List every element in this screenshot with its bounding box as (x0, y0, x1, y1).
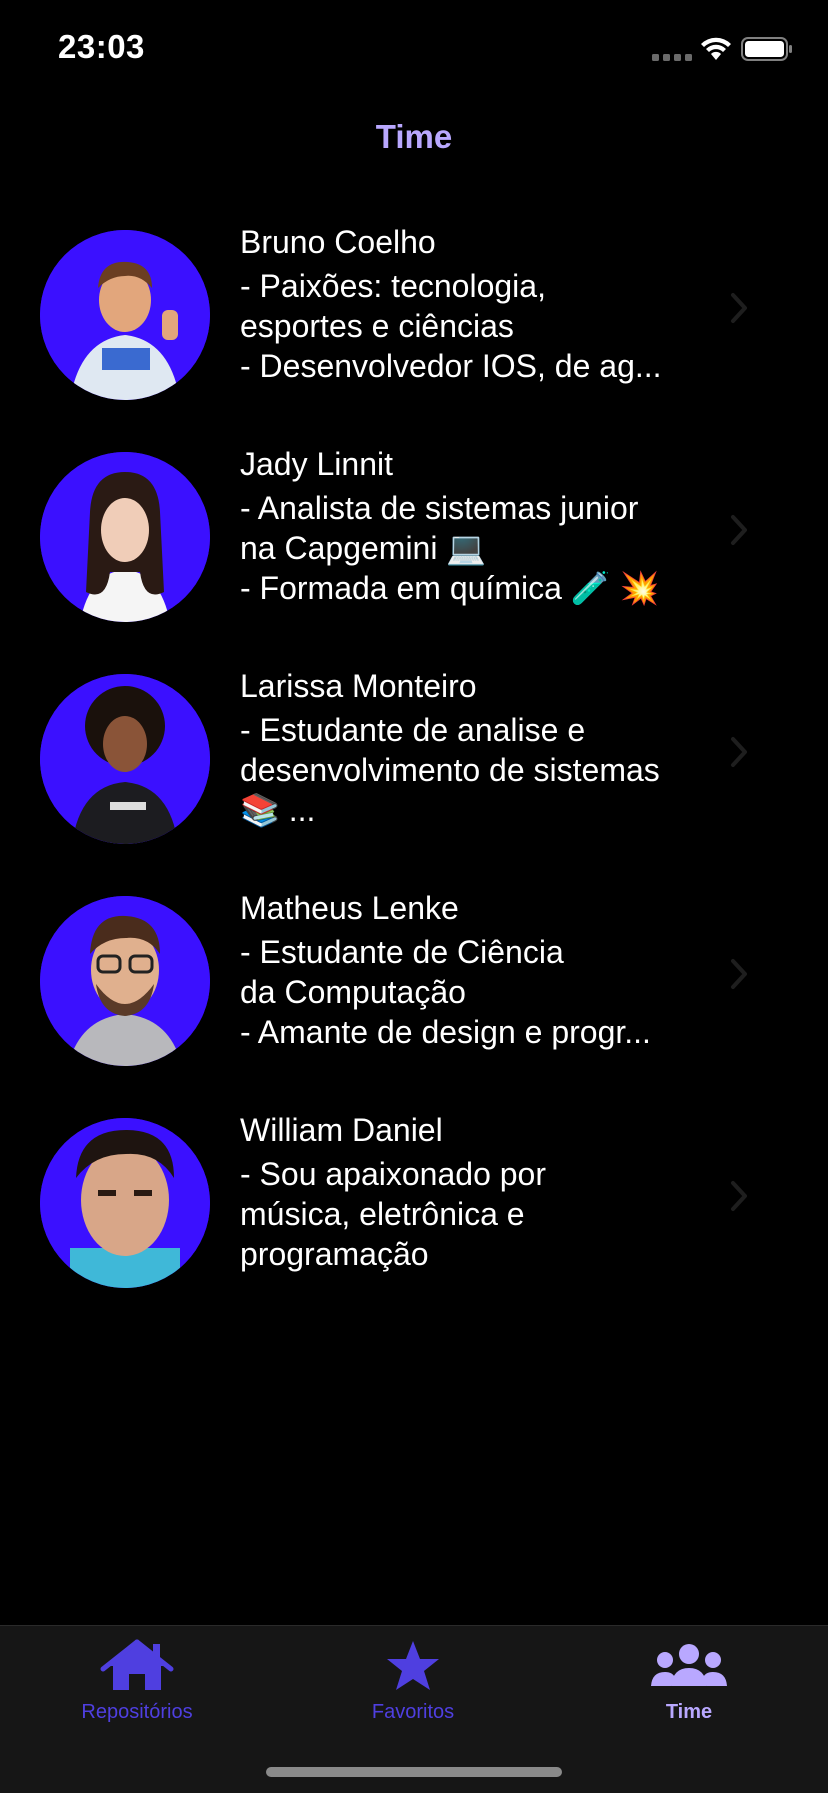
member-name: Matheus Lenke (240, 890, 459, 926)
avatar (40, 1118, 210, 1288)
bio-line: - Paixões: tecnologia, (240, 268, 546, 304)
team-list: Bruno Coelho - Paixões: tecnologia, espo… (0, 222, 828, 1332)
cellular-signal-icon (652, 54, 692, 61)
avatar-photo-icon (40, 896, 210, 1066)
bio-line: - Sou apaixonado por (240, 1156, 546, 1192)
team-member-row[interactable]: William Daniel - Sou apaixonado por músi… (0, 1110, 828, 1332)
battery-icon (741, 37, 792, 61)
chevron-right-icon (731, 293, 747, 323)
tab-time[interactable]: Time (589, 1638, 789, 1738)
tab-label: Repositórios (81, 1701, 193, 1723)
member-bio: - Estudante de analise e desenvolvimento… (240, 710, 700, 830)
bio-line: da Computação (240, 974, 466, 1010)
member-bio: - Estudante de Ciência da Computação - A… (240, 932, 700, 1052)
bio-line: - Estudante de analise e (240, 712, 586, 748)
status-time: 23:03 (58, 28, 145, 65)
bio-line: - Analista de sistemas junior (240, 490, 639, 526)
team-member-row[interactable]: Jady Linnit - Analista de sistemas junio… (0, 444, 828, 666)
status-bar: 23:03 (0, 0, 828, 100)
chevron-right-icon (731, 1181, 747, 1211)
avatar-photo-icon (40, 452, 210, 622)
chevron-right-icon (731, 737, 747, 767)
bio-line: - Amante de design e progr... (240, 1014, 651, 1050)
member-name: Bruno Coelho (240, 224, 436, 260)
bio-line: programação (240, 1236, 429, 1272)
member-name: Jady Linnit (240, 446, 393, 482)
tab-label: Time (665, 1701, 713, 1723)
bio-line: - Formada em química 🧪 💥 (240, 570, 660, 606)
tab-label: Favoritos (371, 1701, 455, 1723)
bio-line: 📚 ... (240, 792, 316, 828)
home-indicator[interactable] (266, 1767, 562, 1777)
member-name: Larissa Monteiro (240, 668, 477, 704)
bio-line: esportes e ciências (240, 308, 514, 344)
avatar-photo-icon (40, 1118, 210, 1288)
avatar (40, 674, 210, 844)
member-bio: - Sou apaixonado por música, eletrônica … (240, 1154, 700, 1274)
star-icon (387, 1641, 439, 1690)
chevron-right-icon (731, 959, 747, 989)
tab-favoritos[interactable]: Favoritos (313, 1638, 513, 1738)
member-bio: - Paixões: tecnologia, esportes e ciênci… (240, 266, 700, 386)
house-icon (100, 1639, 174, 1690)
bio-line: na Capgemini 💻 (240, 530, 487, 566)
team-member-row[interactable]: Larissa Monteiro - Estudante de analise … (0, 666, 828, 888)
team-member-row[interactable]: Matheus Lenke - Estudante de Ciência da … (0, 888, 828, 1110)
avatar-photo-icon (40, 230, 210, 400)
wifi-icon (701, 37, 731, 60)
tab-bar: Repositórios Favoritos Time (0, 1625, 828, 1793)
chevron-right-icon (731, 515, 747, 545)
page-title: Time (375, 118, 453, 155)
avatar (40, 896, 210, 1066)
bio-line: música, eletrônica e (240, 1196, 525, 1232)
team-member-row[interactable]: Bruno Coelho - Paixões: tecnologia, espo… (0, 222, 828, 444)
avatar-photo-icon (40, 674, 210, 844)
bio-line: desenvolvimento de sistemas (240, 752, 660, 788)
avatar (40, 230, 210, 400)
bio-line: - Desenvolvedor IOS, de ag... (240, 348, 662, 384)
tab-repositorios[interactable]: Repositórios (37, 1638, 237, 1738)
avatar (40, 452, 210, 622)
member-name: William Daniel (240, 1112, 443, 1148)
people-icon (651, 1644, 727, 1686)
member-bio: - Analista de sistemas junior na Capgemi… (240, 488, 700, 608)
bio-line: - Estudante de Ciência (240, 934, 564, 970)
